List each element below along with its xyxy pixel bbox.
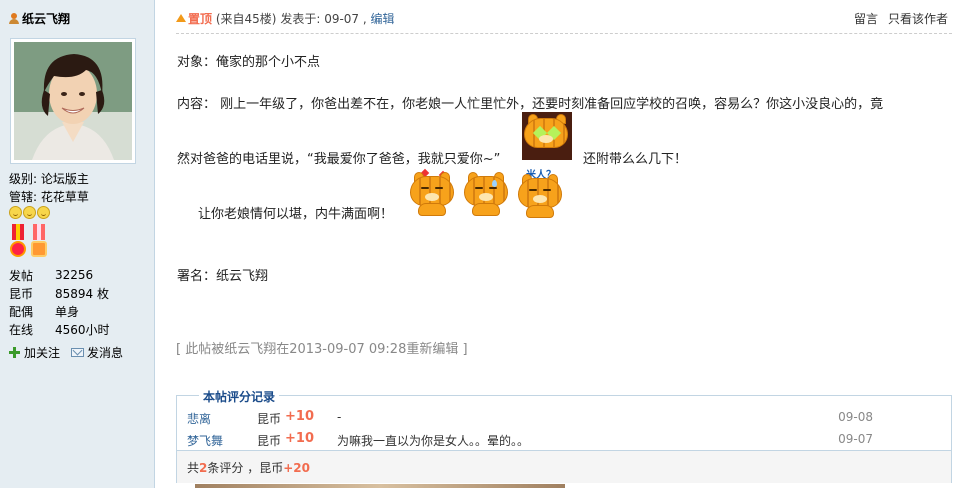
rating-user[interactable]: 悲离 bbox=[187, 410, 211, 427]
user-icon bbox=[9, 13, 19, 24]
stat-value: 85894 枚 bbox=[55, 286, 109, 301]
smiley-icon bbox=[37, 206, 50, 219]
stat-key: 配偶 bbox=[9, 304, 34, 319]
emoticon-tiger-confused bbox=[516, 172, 564, 218]
rating-row: 梦飞舞 昆币 +10 为嘛我一直以为你是女人。。晕的。。 09-07 bbox=[177, 428, 951, 450]
rating-user[interactable]: 梦飞舞 bbox=[187, 432, 223, 449]
medal-icon[interactable] bbox=[30, 224, 48, 260]
stat-row: 发帖 32256 bbox=[9, 266, 110, 284]
emoticon-tiger-sweat bbox=[462, 170, 510, 216]
up-arrow-icon bbox=[176, 14, 186, 22]
avatar-photo bbox=[14, 42, 132, 160]
header-sep: , bbox=[362, 12, 367, 26]
rating-reason: 为嘛我一直以为你是女人。。晕的。。 bbox=[337, 434, 530, 448]
rating-title: 本帖评分记录 bbox=[199, 388, 280, 405]
post-signature: 署名：纸云飞翔 bbox=[177, 269, 269, 284]
stat-row: 配偶 单身 bbox=[9, 302, 110, 320]
user-sidebar: 纸云飞翔 级别: 论坛版主 管辖: 花花草草 发帖 32256 昆币 85894… bbox=[0, 0, 155, 488]
follow-button[interactable]: 加关注 bbox=[9, 346, 60, 360]
post-line-content-1: 内容： 刚上一年级了，你爸出差不在，你老娘一人忙里忙外，还要时刻准备回应学校的召… bbox=[177, 97, 884, 112]
header-divider bbox=[176, 33, 952, 34]
post-line-content-2a: 然对爸爸的电话里说，“我最爱你了爸爸，我就只爱你~” bbox=[177, 152, 501, 167]
edit-link[interactable]: 编辑 bbox=[371, 12, 395, 26]
floor-info: (来自45楼) bbox=[215, 12, 277, 26]
rating-reason: - bbox=[337, 410, 342, 424]
rating-summary: 共2条评分 ，昆币+20 bbox=[187, 459, 310, 476]
plus-icon bbox=[9, 347, 20, 358]
next-image-edge bbox=[195, 484, 565, 488]
avatar[interactable] bbox=[14, 42, 132, 160]
post-actions: 留言 只看该作者 bbox=[844, 10, 948, 27]
post-header: 置顶 (来自45楼) 发表于: 09-07 , 编辑 留言 只看该作者 bbox=[176, 10, 952, 26]
emoticon-tiger-shocked bbox=[522, 112, 572, 160]
mail-icon bbox=[71, 348, 85, 357]
rating-date: 09-08 bbox=[838, 410, 873, 424]
rating-record-box: 本帖评分记录 悲离 昆币 +10 - 09-08 梦飞舞 昆币 +10 为嘛我一… bbox=[176, 388, 952, 483]
summary-mid: 条评分 ，昆币 bbox=[207, 461, 284, 475]
user-level: 级别: 论坛版主 bbox=[9, 172, 89, 186]
rating-currency: 昆币 bbox=[257, 434, 282, 448]
smiley-icon bbox=[23, 206, 36, 219]
message-label[interactable]: 发消息 bbox=[87, 346, 123, 360]
stat-row: 在线 4560小时 bbox=[9, 320, 110, 338]
summary-total: +20 bbox=[283, 461, 310, 475]
user-actions: 加关注 发消息 bbox=[9, 344, 123, 361]
smiley-icon bbox=[9, 206, 22, 219]
author-name[interactable]: 纸云飞翔 bbox=[9, 10, 70, 27]
stat-key: 昆币 bbox=[9, 286, 34, 301]
summary-prefix: 共 bbox=[187, 461, 200, 475]
post-line-content-2b: 还附带么么几下！ bbox=[583, 152, 688, 167]
user-stats: 发帖 32256 昆币 85894 枚 配偶 单身 在线 4560小时 bbox=[9, 266, 110, 338]
user-manage: 管辖: 花花草草 bbox=[9, 190, 89, 204]
posted-date: 09-07 bbox=[324, 12, 360, 26]
rating-date: 09-07 bbox=[838, 432, 873, 446]
rating-currency: 昆币 bbox=[257, 412, 282, 426]
author-name-text[interactable]: 纸云飞翔 bbox=[22, 12, 70, 26]
follow-label[interactable]: 加关注 bbox=[24, 346, 60, 360]
stat-key: 在线 bbox=[9, 322, 34, 337]
rating-row: 悲离 昆币 +10 - 09-08 bbox=[177, 406, 951, 428]
sticky-link[interactable]: 置顶 bbox=[188, 12, 212, 26]
post-line-content-3: 让你老娘情何以堪，内牛满面啊！ bbox=[198, 207, 394, 222]
stat-value: 单身 bbox=[55, 304, 80, 319]
emoticon-tiger-shy bbox=[408, 168, 456, 216]
message-button[interactable]: 发消息 bbox=[60, 346, 123, 360]
edit-note: [ 此帖被纸云飞翔在2013-09-07 09:28重新编辑 ] bbox=[176, 342, 468, 357]
reply-link[interactable]: 留言 bbox=[854, 12, 878, 26]
post-line-target: 对象：俺家的那个小不点 bbox=[177, 55, 321, 70]
medals bbox=[9, 224, 51, 263]
rating-amount: +10 bbox=[285, 431, 314, 446]
stat-key: 发帖 bbox=[9, 268, 34, 283]
stat-value: 32256 bbox=[55, 268, 94, 282]
stat-row: 昆币 85894 枚 bbox=[9, 284, 110, 302]
stat-value: 4560小时 bbox=[55, 322, 110, 337]
posted-label: 发表于: bbox=[280, 12, 321, 26]
rating-summary-bar: 共2条评分 ，昆币+20 bbox=[177, 450, 951, 483]
level-stars bbox=[9, 206, 51, 222]
author-only-link[interactable]: 只看该作者 bbox=[888, 12, 948, 26]
rating-amount: +10 bbox=[285, 409, 314, 424]
medal-icon[interactable] bbox=[9, 224, 27, 260]
avatar-frame bbox=[10, 38, 136, 164]
